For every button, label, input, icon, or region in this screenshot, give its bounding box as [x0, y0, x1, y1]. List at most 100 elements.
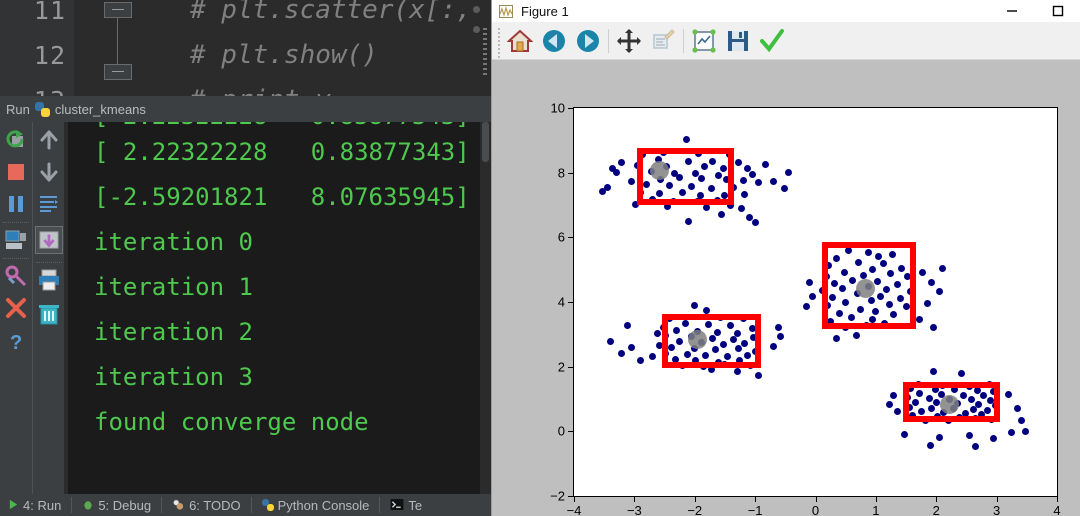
console-line: [-2.59201821 8.07635945]	[94, 183, 470, 211]
data-point	[971, 443, 979, 451]
data-point	[935, 288, 943, 296]
console-line: iteration 1	[94, 273, 253, 301]
y-axis-tick	[568, 302, 574, 303]
run-tool-window-header[interactable]: Run cluster_kmeans	[0, 96, 491, 122]
status-tab-label: Te	[408, 497, 423, 513]
x-axis-tick	[755, 496, 757, 502]
zoom-rect-icon[interactable]	[646, 24, 680, 58]
print-icon[interactable]	[37, 268, 61, 292]
figure-canvas[interactable]: −2 0 2 4 6 8 10 −4 −3 −2 −1 0 1 2 3 4	[492, 60, 1080, 516]
rerun-icon[interactable]	[4, 128, 28, 152]
configure-subplots-icon[interactable]	[687, 24, 721, 58]
line-number: 11	[33, 0, 66, 25]
scatter-plot-axes[interactable]: −2 0 2 4 6 8 10 −4 −3 −2 −1 0 1 2 3 4	[550, 101, 1060, 516]
status-tab-python-console[interactable]: Python Console	[252, 494, 380, 516]
data-point	[738, 205, 746, 213]
help-icon[interactable]: ?	[4, 330, 28, 354]
editor-scrollbar[interactable]	[481, 28, 489, 94]
pause-icon[interactable]	[4, 192, 28, 216]
status-tab-terminal[interactable]: Te	[380, 494, 432, 516]
data-point	[653, 330, 661, 338]
y-axis-tick	[568, 237, 574, 239]
cluster-bounding-box	[661, 314, 762, 369]
console-icon[interactable]	[4, 228, 28, 252]
run-tab-label: Run	[6, 101, 30, 117]
status-tab-debug[interactable]: 5: Debug	[72, 494, 161, 516]
figure-title-bar[interactable]: Figure 1	[492, 0, 1080, 22]
pan-icon[interactable]	[612, 24, 646, 58]
cluster-centroid	[649, 160, 669, 180]
data-point	[748, 170, 756, 178]
data-point	[919, 269, 927, 277]
y-axis-tick	[568, 108, 574, 109]
data-point	[606, 337, 614, 345]
data-point	[1008, 429, 1016, 437]
play-icon	[8, 498, 19, 513]
status-tab-todo[interactable]: 6: TODO	[162, 494, 251, 516]
data-point	[627, 343, 635, 351]
matplotlib-toolbar	[492, 22, 1080, 60]
soft-wrap-icon[interactable]	[37, 192, 61, 216]
svg-text:?: ?	[10, 332, 22, 354]
fold-marker-icon[interactable]	[104, 64, 132, 80]
toolbar-grip[interactable]	[494, 26, 503, 58]
data-point	[1005, 390, 1013, 398]
data-point	[853, 332, 861, 340]
data-point	[1018, 416, 1026, 424]
data-point	[648, 353, 656, 361]
trash-icon[interactable]	[37, 302, 61, 326]
maximize-button[interactable]	[1035, 0, 1080, 22]
x-axis-tick-label: −1	[747, 503, 763, 516]
stop-icon[interactable]	[4, 160, 28, 184]
down-arrow-icon[interactable]	[37, 160, 61, 184]
save-icon[interactable]	[721, 24, 755, 58]
data-point	[627, 178, 635, 186]
fold-marker-icon[interactable]	[104, 2, 132, 18]
run-console-output[interactable]: [ 2.22322228 0.83877343] [ 2.22322228 0.…	[68, 122, 480, 494]
data-point	[965, 431, 973, 439]
cluster-centroid	[855, 278, 875, 298]
ide-window: 11 12 13 # plt.scatter(x[:, # plt.show()…	[0, 0, 491, 516]
home-icon[interactable]	[503, 24, 537, 58]
data-point	[617, 349, 625, 357]
cluster-centroid	[688, 329, 708, 349]
forward-arrow-icon[interactable]	[571, 24, 605, 58]
data-point	[685, 217, 693, 225]
data-point	[802, 303, 810, 311]
ide-status-bar: 4: Run 5: Debug 6: TODO Python Console T…	[0, 494, 491, 516]
data-point	[958, 370, 966, 378]
cluster-centroid	[940, 394, 960, 414]
up-arrow-icon[interactable]	[37, 128, 61, 152]
data-point	[740, 190, 748, 198]
y-axis-tick	[568, 431, 574, 433]
data-point	[935, 433, 943, 441]
data-point	[893, 408, 901, 416]
pin-icon[interactable]	[4, 264, 28, 288]
data-point	[691, 301, 699, 309]
run-right-toolbar	[32, 122, 64, 494]
x-axis-tick-label: 2	[932, 503, 940, 516]
data-point	[718, 211, 726, 219]
scroll-to-end-icon[interactable]	[35, 226, 63, 254]
code-editor[interactable]: 11 12 13 # plt.scatter(x[:, # plt.show()…	[0, 0, 491, 115]
data-point	[739, 177, 747, 185]
data-point	[780, 185, 788, 193]
close-icon[interactable]	[4, 296, 28, 320]
status-tab-run[interactable]: 4: Run	[0, 494, 71, 516]
back-arrow-icon[interactable]	[537, 24, 571, 58]
python-icon	[261, 499, 274, 511]
console-line: iteration 2	[94, 318, 253, 346]
status-tab-label: 5: Debug	[98, 497, 152, 513]
x-axis-tick-label: 3	[993, 503, 1001, 516]
y-axis-tick	[568, 172, 574, 174]
y-axis-tick-label: 2	[557, 359, 565, 375]
data-point	[636, 357, 644, 365]
editor-marker	[473, 6, 480, 13]
data-point	[599, 187, 607, 195]
data-point	[735, 159, 743, 167]
checkmark-icon[interactable]	[755, 24, 789, 58]
console-scrollbar[interactable]	[480, 122, 491, 494]
status-tab-label: 4: Run	[23, 497, 62, 513]
data-point	[703, 306, 711, 314]
minimize-button[interactable]	[989, 0, 1035, 22]
